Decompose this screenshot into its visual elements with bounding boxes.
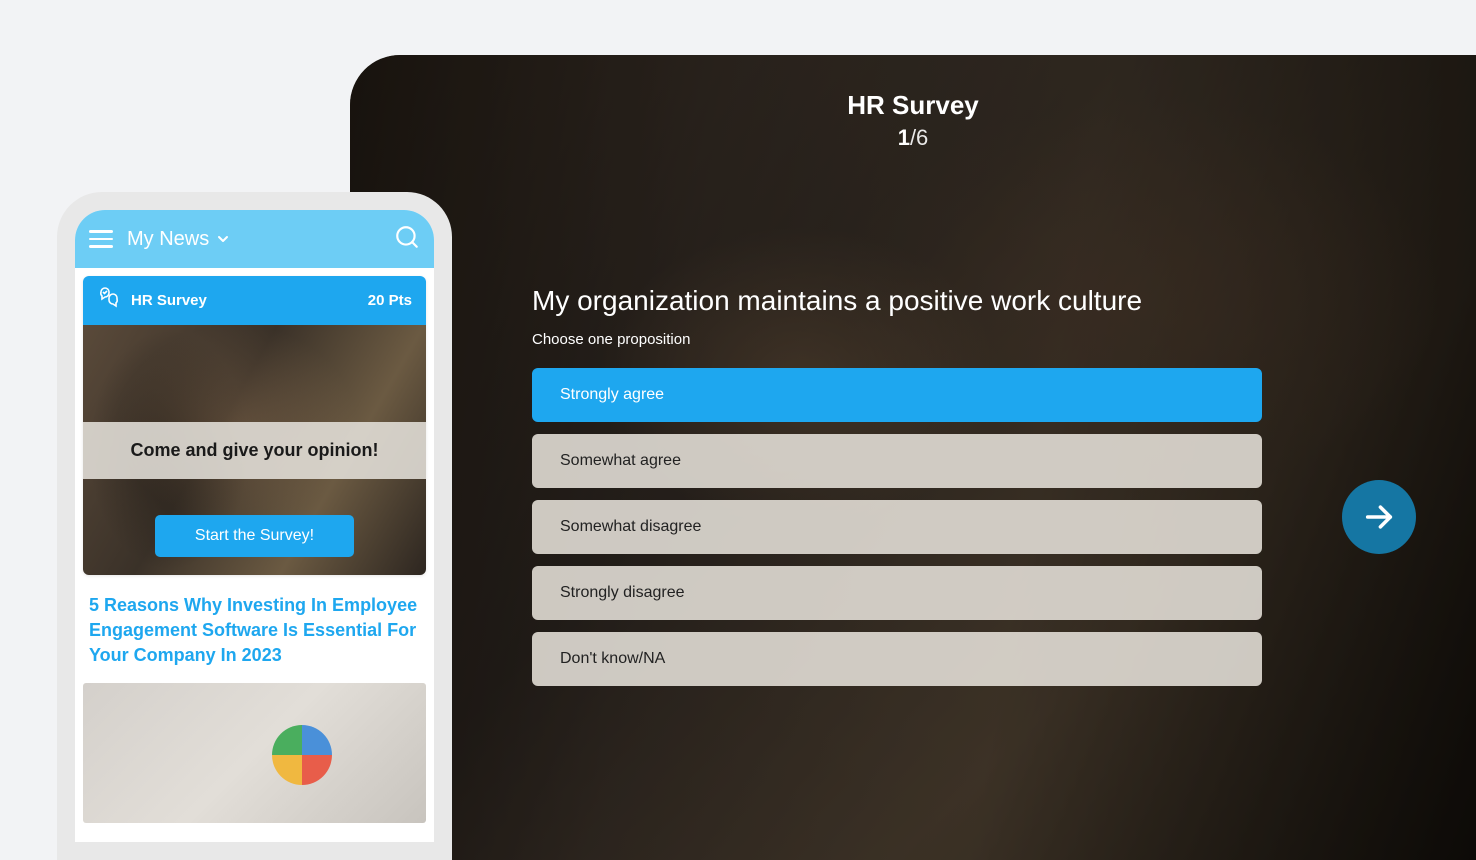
option-dont-know[interactable]: Don't know/NA <box>532 632 1262 686</box>
options-list: Strongly agree Somewhat agree Somewhat d… <box>532 368 1262 686</box>
card-points: 20 Pts <box>368 292 412 309</box>
arrow-right-icon <box>1362 500 1396 534</box>
tablet-device: HR Survey 1/6 My organization maintains … <box>350 55 1476 860</box>
search-icon <box>394 224 420 250</box>
menu-button[interactable] <box>89 226 113 252</box>
news-item[interactable]: 5 Reasons Why Investing In Employee Enga… <box>83 589 426 683</box>
chevron-down-icon <box>215 231 231 247</box>
survey-content: My organization maintains a positive wor… <box>532 285 1262 686</box>
opinion-banner: Come and give your opinion! <box>83 422 426 479</box>
hamburger-icon <box>89 230 113 233</box>
card-image: Come and give your opinion! Start the Su… <box>83 325 426 575</box>
option-strongly-disagree[interactable]: Strongly disagree <box>532 566 1262 620</box>
card-header: HR Survey 20 Pts <box>83 276 426 325</box>
start-survey-button[interactable]: Start the Survey! <box>155 515 354 557</box>
news-image <box>83 683 426 823</box>
survey-icon <box>97 286 121 315</box>
question-text: My organization maintains a positive wor… <box>532 285 1262 317</box>
card-title: HR Survey <box>131 292 207 309</box>
next-button[interactable] <box>1342 480 1416 554</box>
topbar-title-text: My News <box>127 228 209 251</box>
topbar-title-dropdown[interactable]: My News <box>127 228 231 251</box>
option-somewhat-disagree[interactable]: Somewhat disagree <box>532 500 1262 554</box>
survey-card[interactable]: HR Survey 20 Pts Come and give your opin… <box>83 276 426 575</box>
option-somewhat-agree[interactable]: Somewhat agree <box>532 434 1262 488</box>
progress-total: /6 <box>910 125 928 150</box>
survey-header: HR Survey 1/6 <box>350 90 1476 151</box>
phone-device: My News <box>57 192 452 860</box>
phone-screen: My News <box>75 210 434 842</box>
survey-title: HR Survey <box>350 90 1476 121</box>
option-strongly-agree[interactable]: Strongly agree <box>532 368 1262 422</box>
phone-topbar: My News <box>75 210 434 268</box>
news-title: 5 Reasons Why Investing In Employee Enga… <box>89 593 420 669</box>
question-hint: Choose one proposition <box>532 331 1262 348</box>
progress-current: 1 <box>898 125 910 150</box>
search-button[interactable] <box>394 224 420 255</box>
survey-progress: 1/6 <box>350 125 1476 151</box>
phone-body: HR Survey 20 Pts Come and give your opin… <box>75 268 434 842</box>
